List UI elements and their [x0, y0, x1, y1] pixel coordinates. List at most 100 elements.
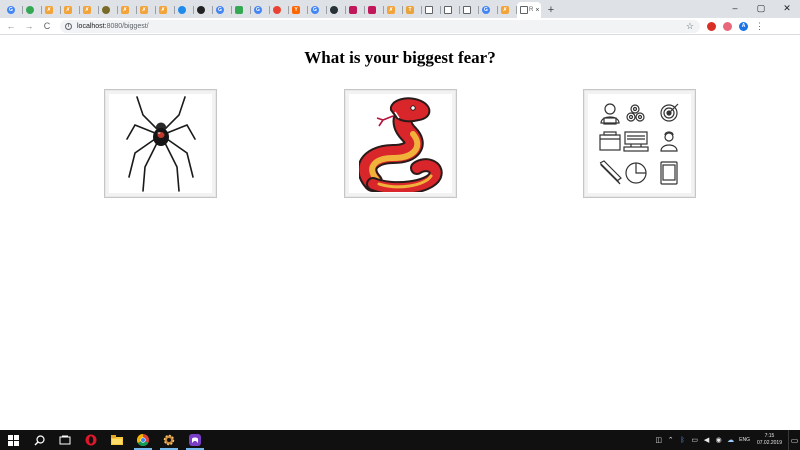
browser-tab[interactable]: ✗	[42, 2, 61, 18]
browser-tab[interactable]: ✗	[118, 2, 137, 18]
snake-image	[349, 94, 452, 193]
spider-choice[interactable]	[104, 89, 217, 198]
browser-tab[interactable]: ✗	[384, 2, 403, 18]
folder-icon	[598, 130, 621, 151]
snake-choice[interactable]	[344, 89, 457, 198]
google-icon: G	[216, 6, 224, 14]
network-tray-icon[interactable]: ◫	[653, 435, 664, 446]
browser-tab[interactable]: Y	[289, 2, 308, 18]
game-taskbar-app[interactable]	[182, 430, 208, 450]
url-host: localhost:	[77, 22, 107, 30]
pink-square-favicon	[368, 6, 376, 14]
bookmark-star-icon[interactable]: ☆	[686, 21, 694, 32]
bluetooth-tray-icon[interactable]: ᛒ	[677, 435, 688, 446]
browser-tab[interactable]	[460, 2, 479, 18]
screen: G ✗ ✗ ✗ ✗ ✗ ✗ G G Y G ✗ T G ✗ R × + – ▢ ✕ ← → C i loca…	[0, 0, 800, 450]
browser-tab[interactable]	[194, 2, 213, 18]
volume-tray-icon[interactable]: ◀	[701, 435, 712, 446]
snake-icon	[358, 96, 443, 192]
browser-tab[interactable]	[99, 2, 118, 18]
browser-tab[interactable]	[365, 2, 384, 18]
browser-tab[interactable]	[270, 2, 289, 18]
browser-tab[interactable]	[441, 2, 460, 18]
new-tab-button[interactable]: +	[543, 2, 559, 18]
close-window-button[interactable]: ✕	[774, 0, 800, 16]
browser-tab[interactable]: G	[4, 2, 23, 18]
office-icons-grid	[598, 102, 678, 185]
refresh-favicon	[26, 6, 34, 14]
menu-dots-icon[interactable]: ⋮	[755, 21, 764, 32]
back-button[interactable]: ←	[4, 19, 18, 33]
browser-tab[interactable]	[232, 2, 251, 18]
address-bar[interactable]: i localhost:8080/biggest/ ☆	[60, 19, 700, 33]
taskbar-search-button[interactable]	[26, 430, 52, 450]
gear-icon	[163, 434, 175, 446]
browser-tab[interactable]	[175, 2, 194, 18]
settings-taskbar-app[interactable]	[156, 430, 182, 450]
minimize-button[interactable]: –	[722, 0, 748, 16]
google-icon: G	[7, 6, 15, 14]
document-favicon	[444, 6, 452, 14]
tab-active-title: R	[529, 7, 534, 13]
chevron-up-icon[interactable]: ⌃	[665, 435, 676, 446]
browser-tab[interactable]: ✗	[156, 2, 175, 18]
browser-tab[interactable]: ✗	[80, 2, 99, 18]
taskbar-clock[interactable]: 7:15 07.02.2019	[757, 433, 782, 447]
spider-image	[109, 94, 212, 193]
tab-active[interactable]: R ×	[517, 2, 541, 18]
browser-tab[interactable]: G	[213, 2, 232, 18]
office-work-image	[588, 94, 691, 193]
gears-icon	[625, 103, 645, 122]
windows-logo-icon	[7, 434, 19, 446]
onedrive-tray-icon[interactable]: ☁	[725, 435, 736, 446]
browser-tab[interactable]	[23, 2, 42, 18]
forward-button[interactable]: →	[22, 19, 36, 33]
file-explorer-taskbar-app[interactable]	[104, 430, 130, 450]
browser-tab[interactable]	[422, 2, 441, 18]
pink-square-favicon	[349, 6, 357, 14]
opera-taskbar-app[interactable]	[78, 430, 104, 450]
windows-start-button[interactable]	[0, 430, 26, 450]
close-tab-icon[interactable]: ×	[535, 7, 539, 14]
url-text: localhost:8080/biggest/	[77, 23, 149, 30]
notification-center-icon[interactable]: ▭	[788, 430, 800, 450]
browser-tab[interactable]	[346, 2, 365, 18]
folder-icon	[111, 435, 123, 445]
target-icon	[659, 103, 678, 122]
quora-favicon	[273, 6, 281, 14]
ycombinator-favicon: Y	[292, 6, 300, 14]
google-icon: G	[482, 6, 490, 14]
browser-tab[interactable]: G	[308, 2, 327, 18]
codepen-favicon: ✗	[501, 6, 509, 14]
wifi-tray-icon[interactable]: ◉	[713, 435, 724, 446]
browser-tab[interactable]: T	[403, 2, 422, 18]
codepen-favicon: ✗	[121, 6, 129, 14]
google-icon: G	[254, 6, 262, 14]
pink-extension-icon[interactable]	[723, 21, 732, 31]
blue-circle-favicon	[178, 6, 186, 14]
browser-tab[interactable]: ✗	[61, 2, 80, 18]
codepen-favicon: ✗	[64, 6, 72, 14]
battery-tray-icon[interactable]: ▭	[689, 435, 700, 446]
google-icon: G	[311, 6, 319, 14]
abp-extension-icon[interactable]	[707, 21, 716, 31]
reload-button[interactable]: C	[40, 19, 54, 33]
maximize-button[interactable]: ▢	[748, 0, 774, 16]
language-indicator[interactable]: ENG	[739, 437, 750, 443]
browser-tab[interactable]: ✗	[498, 2, 517, 18]
task-view-button[interactable]	[52, 430, 78, 450]
browser-tab[interactable]	[327, 2, 346, 18]
browser-tab[interactable]: ✗	[137, 2, 156, 18]
chrome-taskbar-app[interactable]	[130, 430, 156, 450]
browser-tab[interactable]: G	[251, 2, 270, 18]
clock-time: 7:15	[764, 433, 775, 439]
office-work-choice[interactable]	[583, 89, 696, 198]
document-favicon	[425, 6, 433, 14]
profile-avatar[interactable]: A	[739, 21, 748, 31]
info-icon[interactable]: i	[65, 22, 72, 30]
window-controls: – ▢ ✕	[722, 0, 800, 16]
businesswoman-icon	[659, 130, 678, 152]
extension-area: A	[700, 21, 748, 31]
browser-tab[interactable]: G	[479, 2, 498, 18]
pie-chart-icon	[624, 161, 647, 184]
